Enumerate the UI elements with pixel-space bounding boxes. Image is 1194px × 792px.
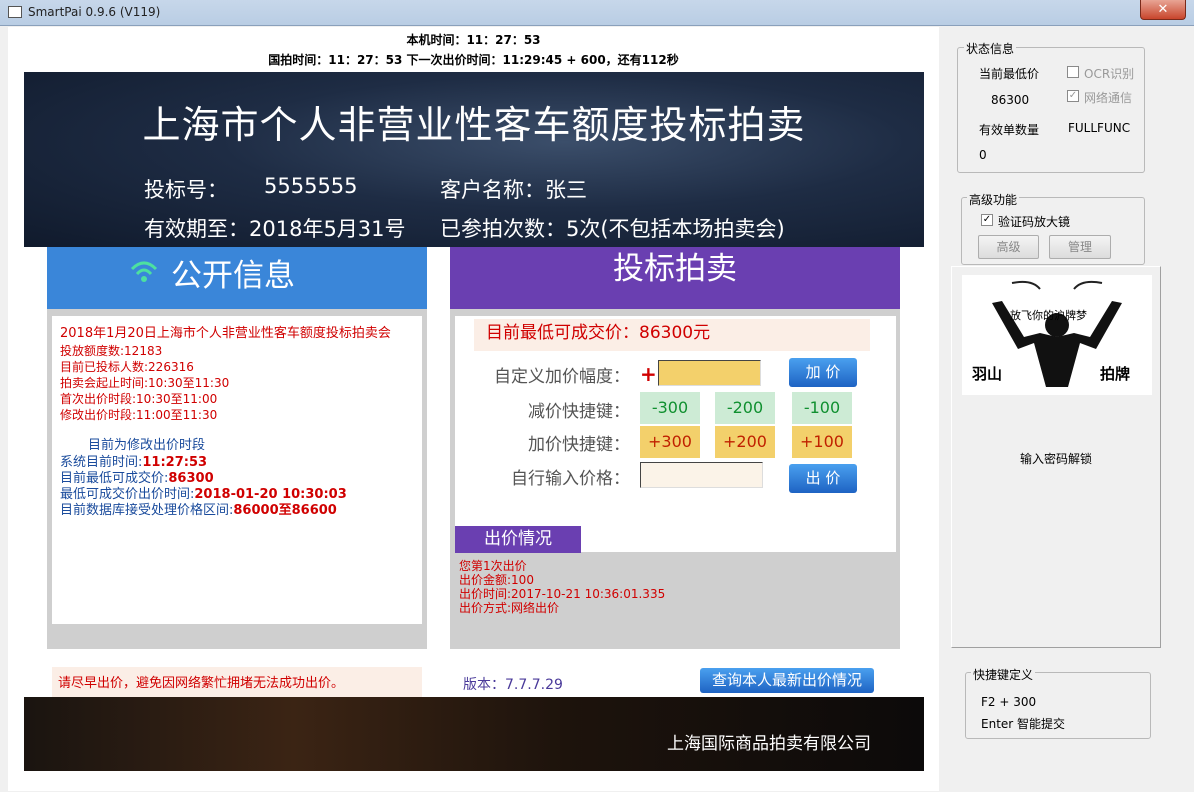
info-line: 修改出价时段:11:00至11:30 [60, 408, 218, 422]
current-lowest-price: 目前最低可成交价：86300元 [474, 319, 870, 351]
status-group-title: 状态信息 [964, 40, 1017, 57]
price-range: 86000至86600 [233, 503, 337, 518]
captcha-zoom-label: 验证码放大镜 [998, 215, 1071, 229]
network-label: 网络通信 [1084, 91, 1133, 105]
lowest-time-label: 最低可成交价出价时间: [60, 487, 195, 502]
app-icon [8, 6, 22, 18]
manage-button[interactable]: 管理 [1049, 235, 1111, 259]
window-title: SmartPai 0.9.6 (V119) [28, 5, 161, 19]
decrease-label: 减价快捷键： [528, 402, 630, 422]
customer-name: 客户名称：张三 [440, 178, 587, 202]
decrease-100-button[interactable]: -100 [792, 392, 852, 424]
company-name: 上海国际商品拍卖有限公司 [667, 734, 871, 754]
local-time: 本机时间：11：27：53 [406, 33, 541, 47]
status-line: 出价方式:网络出价 [459, 601, 560, 615]
increase-300-button[interactable]: +300 [640, 426, 700, 458]
info-line: 2018年1月20日上海市个人非营业性客车额度投标拍卖会 [60, 326, 391, 341]
version-text: 版本：7.7.7.29 [463, 677, 563, 693]
bid-status-tab: 出价情况 [455, 526, 581, 553]
close-button[interactable]: ✕ [1140, 0, 1186, 20]
lowest-label: 目前最低可成交价: [60, 471, 169, 486]
lowest-value: 86300 [168, 471, 214, 486]
status-line: 出价时间:2017-10-21 10:36:01.335 [459, 587, 666, 601]
status-line: 出价金额:100 [459, 573, 534, 587]
submit-bid-button[interactable]: 出 价 [789, 464, 857, 493]
info-line: 目前已投标人数:226316 [60, 360, 194, 374]
advanced-group-title: 高级功能 [967, 191, 1020, 208]
plus-sign: + [640, 362, 657, 386]
current-lowest-label: 当前最低价 [979, 67, 1040, 81]
bid-number-label: 投标号： [144, 178, 228, 202]
hotkey-group-title: 快捷键定义 [971, 666, 1036, 683]
increase-200-button[interactable]: +200 [715, 426, 775, 458]
info-line: 拍卖会起止时间:10:30至11:30 [60, 376, 230, 390]
decrease-200-button[interactable]: -200 [715, 392, 775, 424]
bid-status-lines: 您第1次出价 出价金额:100 出价时间:2017-10-21 10:36:01… [459, 559, 665, 615]
bidding-title: 投标拍卖 [613, 251, 737, 287]
bid-number: 5555555 [264, 174, 358, 198]
query-latest-bid-button[interactable]: 查询本人最新出价情况 [700, 668, 874, 693]
increase-100-button[interactable]: +100 [792, 426, 852, 458]
decrease-300-button[interactable]: -300 [640, 392, 700, 424]
price-range-label: 目前数据库接受处理价格区间: [60, 503, 234, 518]
bidding-header: 投标拍卖 [450, 247, 900, 309]
public-info-content: 2018年1月20日上海市个人非营业性客车额度投标拍卖会 投放额度数:12183… [52, 316, 422, 624]
info-line: 首次出价时段:10:30至11:00 [60, 392, 218, 406]
public-info-title: 公开信息 [171, 258, 295, 294]
phase-text: 目前为修改出价时段 [88, 438, 206, 453]
hotkey-line: Enter 智能提交 [981, 717, 1066, 731]
add-price-button[interactable]: 加 价 [789, 358, 857, 387]
valid-count-value: 0 [979, 148, 987, 162]
sys-time-label: 系统目前时间: [60, 455, 143, 470]
unlock-text: 输入密码解锁 [1019, 452, 1092, 466]
valid-count-label: 有效单数量 [979, 123, 1040, 137]
custom-increase-input[interactable] [658, 360, 761, 386]
increase-label: 加价快捷键： [528, 435, 630, 455]
wifi-icon [130, 261, 158, 282]
valid-until: 有效期至：2018年5月31号 [144, 217, 406, 241]
captcha-zoom-checkbox[interactable]: ✓ [981, 214, 993, 226]
banner: 上海市个人非营业性客车额度投标拍卖 投标号： 5555555 客户名称：张三 有… [24, 72, 924, 247]
participation-count: 已参拍次数：5次(不包括本场拍卖会) [440, 217, 785, 241]
network-checkbox[interactable]: ✓ [1067, 90, 1079, 102]
manual-price-input[interactable] [640, 462, 763, 488]
banner-title: 上海市个人非营业性客车额度投标拍卖 [142, 103, 806, 147]
custom-increase-label: 自定义加价幅度： [494, 367, 630, 387]
info-line: 投放额度数:12183 [60, 344, 163, 358]
logo-image: 放飞你的沪牌梦 羽山 拍牌 [962, 275, 1152, 395]
footer-banner: 上海国际商品拍卖有限公司 [24, 697, 924, 771]
manual-price-label: 自行输入价格： [511, 469, 630, 489]
ocr-checkbox[interactable] [1067, 66, 1079, 78]
hotkey-line: F2 + 300 [981, 695, 1037, 709]
lowest-time: 2018-01-20 10:30:03 [194, 487, 347, 502]
mode-text: FULLFUNC [1068, 121, 1131, 135]
current-lowest-value: 86300 [991, 93, 1030, 107]
ocr-label: OCR识别 [1084, 67, 1135, 81]
warning-text: 请尽早出价，避免因网络繁忙拥堵无法成功出价。 [52, 667, 422, 697]
logo-right-text: 拍牌 [1100, 365, 1131, 383]
sys-time: 11:27:53 [142, 455, 208, 470]
status-line: 您第1次出价 [459, 559, 527, 573]
advanced-button[interactable]: 高级 [978, 235, 1039, 259]
logo-left-text: 羽山 [972, 365, 1003, 383]
logo-panel[interactable]: 放飞你的沪牌梦 羽山 拍牌 输入密码解锁 [951, 266, 1161, 648]
title-bar: SmartPai 0.9.6 (V119) ✕ [0, 0, 1194, 26]
auction-time: 国拍时间：11：27：53 下一次出价时间：11:29:45 + 600，还有1… [268, 53, 679, 67]
public-info-header: 公开信息 [47, 247, 427, 309]
logo-slogan: 放飞你的沪牌梦 [1010, 309, 1087, 322]
